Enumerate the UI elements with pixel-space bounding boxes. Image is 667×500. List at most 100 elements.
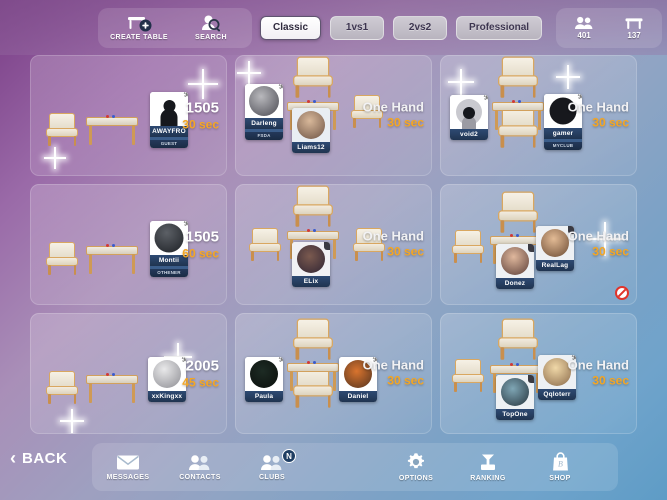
players-online-stat: 401 xyxy=(566,16,602,40)
chevron-left-icon: ‹ xyxy=(10,448,16,468)
chair-icon xyxy=(293,185,333,229)
player-name: Paula xyxy=(245,391,283,402)
skull-icon: ☠ xyxy=(276,84,283,92)
avatar xyxy=(292,108,330,142)
player-card[interactable]: Paula ☠ xyxy=(245,357,283,402)
nav-item-contacts[interactable]: CONTACTS xyxy=(164,443,236,491)
nav-label-ranking: RANKING xyxy=(470,474,506,482)
nav-label-shop: SHOP xyxy=(549,475,571,482)
player-card[interactable]: Darleng FSDA ☠ xyxy=(245,84,283,140)
chair-icon xyxy=(249,228,281,262)
svg-text:B: B xyxy=(558,460,563,469)
chair-icon xyxy=(293,56,333,100)
contacts-icon xyxy=(187,454,213,471)
table-mode-text: One Hand xyxy=(567,357,629,373)
nav-avatar-spacer xyxy=(308,443,380,491)
nav-label-options: OPTIONS xyxy=(398,475,434,482)
mode-tab-professional[interactable]: Professional xyxy=(456,15,543,40)
table-card[interactable]: xxKingxx ☠ 2005 45 sec xyxy=(30,313,227,434)
nav-item-options[interactable]: OPTIONS xyxy=(380,443,452,491)
table-icon xyxy=(624,16,644,30)
table-timer: 30 sec xyxy=(387,374,424,389)
player-sub: OTHENER xyxy=(150,269,188,277)
podium-icon xyxy=(477,453,499,472)
chair-icon xyxy=(293,318,333,362)
table-card[interactable]: void2 ☠ gamer MYCLUB ☠ One Hand 30 sec xyxy=(440,55,637,176)
player-card[interactable]: Donez 1 xyxy=(496,244,534,289)
table-info: One Hand 30 sec xyxy=(568,228,629,260)
table-card[interactable]: Montii OTHENER ☠ 1505 60 sec xyxy=(30,184,227,305)
mode-tab-1vs1-label: 1vs1 xyxy=(345,22,369,33)
nav-label-clubs: CLUBS xyxy=(258,473,286,481)
table-info: 1505 30 sec xyxy=(182,99,219,132)
shopping-bag-icon: B xyxy=(551,452,570,472)
player-name: void2 xyxy=(450,129,488,140)
mode-tab-classic[interactable]: Classic xyxy=(260,15,322,40)
player-card[interactable]: ELix 2 xyxy=(292,242,330,287)
table-card[interactable]: Paula ☠ Daniel ☠ One Hand 30 sec xyxy=(235,313,432,434)
table-score: 1505 xyxy=(185,98,219,116)
tables-open-count: 137 xyxy=(627,30,641,40)
player-card[interactable]: Liams12 ♥ xyxy=(292,108,330,153)
table-mode-text: One Hand xyxy=(567,99,629,115)
table-info: One Hand 30 sec xyxy=(363,99,424,131)
table-timer: 45 sec xyxy=(182,375,219,390)
nav-label-messages: MESSAGES xyxy=(106,473,150,481)
nav-item-clubs[interactable]: N CLUBS xyxy=(236,443,308,491)
table-score: 2005 xyxy=(185,356,219,374)
player-card[interactable]: TopOne 3 xyxy=(496,375,534,420)
mode-tabs: Classic 1vs1 2vs2 Professional xyxy=(260,15,543,40)
table-info: One Hand 30 sec xyxy=(567,357,629,389)
nav-item-ranking[interactable]: RANKING xyxy=(452,443,524,491)
table-furniture-icon xyxy=(86,373,138,405)
table-card[interactable]: TopOne 3 Qqloterr ☠ One Hand 30 sec xyxy=(440,313,637,434)
table-info: 2005 45 sec xyxy=(182,357,219,390)
table-furniture-icon xyxy=(287,361,339,393)
search-person-icon xyxy=(200,14,222,33)
level-badge-icon: 1 xyxy=(528,244,534,252)
table-timer: 30 sec xyxy=(182,117,219,132)
chair-icon xyxy=(498,56,538,100)
nav-label-contacts: CONTACTS xyxy=(179,473,221,481)
chair-icon xyxy=(46,371,78,405)
level-badge-icon: 2 xyxy=(324,242,330,250)
top-toolbar: CREATE TABLE SEARCH Classic 1vs1 2vs2 Pr… xyxy=(0,0,667,55)
table-card[interactable]: Darleng FSDA ☠ Liams12 ♥ One Hand 30 sec xyxy=(235,55,432,176)
toolbar-actions-group: CREATE TABLE SEARCH xyxy=(98,7,252,48)
table-card[interactable]: ELix 2 One Hand 30 sec xyxy=(235,184,432,305)
table-timer: 60 sec xyxy=(182,246,219,261)
table-info: 1505 60 sec xyxy=(182,228,219,261)
table-info: One Hand 30 sec xyxy=(362,228,424,260)
players-icon xyxy=(574,16,594,30)
search-button[interactable]: SEARCH xyxy=(176,8,246,48)
table-info: One Hand 30 sec xyxy=(363,357,424,389)
table-furniture-icon xyxy=(86,244,138,276)
create-table-button[interactable]: CREATE TABLE xyxy=(104,8,174,48)
table-timer: 30 sec xyxy=(592,116,629,131)
chair-icon xyxy=(452,230,484,264)
player-name: RealLag xyxy=(536,260,574,271)
table-furniture-icon xyxy=(86,115,138,147)
create-table-label: CREATE TABLE xyxy=(110,34,168,41)
nav-item-messages[interactable]: MESSAGES xyxy=(92,443,164,491)
mode-tab-classic-label: Classic xyxy=(273,22,309,33)
gear-icon xyxy=(406,452,426,472)
back-button[interactable]: ‹ BACK xyxy=(10,449,67,467)
nav-item-shop[interactable]: B SHOP xyxy=(524,443,596,491)
player-card[interactable]: xxKingxx ☠ xyxy=(148,357,186,402)
table-card[interactable]: AWAYFRO GUEST ☠ 1505 30 sec xyxy=(30,55,227,176)
table-mode-text: One Hand xyxy=(362,228,424,244)
table-timer: 30 sec xyxy=(592,374,629,389)
lobby-stats-group: 401 137 xyxy=(556,7,663,48)
mode-tab-1vs1[interactable]: 1vs1 xyxy=(330,15,385,40)
mode-tab-2vs2[interactable]: 2vs2 xyxy=(393,15,448,40)
bottom-navigation: ‹ BACK MESSAGES CONTACTS N CLUBS OPTIONS… xyxy=(0,435,667,500)
player-card[interactable]: void2 ☠ xyxy=(450,95,488,140)
player-name: xxKingxx xyxy=(148,391,186,402)
player-name: Daniel xyxy=(339,391,377,402)
mode-tab-2vs2-label: 2vs2 xyxy=(408,22,432,33)
table-card[interactable]: Donez 1 RealLag 2 One Hand 30 sec xyxy=(440,184,637,305)
search-label: SEARCH xyxy=(195,34,227,41)
player-name: Liams12 xyxy=(292,142,330,153)
nav-items-group: MESSAGES CONTACTS N CLUBS OPTIONS RANKIN… xyxy=(92,443,618,491)
